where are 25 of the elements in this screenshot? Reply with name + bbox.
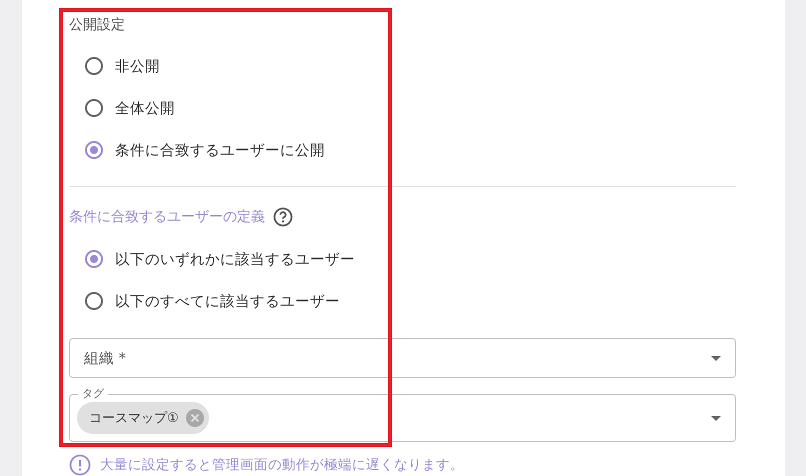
option-label: 以下のいずれかに該当するユーザー: [115, 250, 355, 268]
radio-option[interactable]: 以下のすべてに該当するユーザー: [85, 289, 736, 313]
radio-option[interactable]: 条件に合致するユーザーに公開: [85, 138, 736, 162]
radio-button[interactable]: [85, 292, 103, 310]
tag-chip[interactable]: コースマップ①: [77, 402, 209, 434]
organization-select[interactable]: 組織 *: [69, 338, 736, 378]
section-label: 条件に合致するユーザーの定義: [69, 208, 265, 227]
radio-option[interactable]: 非公開: [85, 54, 736, 78]
warning-text: 大量に設定すると管理画面の動作が極端に遅くなります。: [100, 456, 464, 474]
radio-button[interactable]: [85, 57, 103, 75]
option-label: 条件に合致するユーザーに公開: [115, 142, 325, 160]
option-label: 非公開: [115, 58, 160, 76]
dropdown-caret-icon: [711, 416, 721, 420]
radio-button[interactable]: [85, 141, 103, 159]
radio-option[interactable]: 全体公開: [85, 96, 736, 120]
field-label: タグ: [78, 386, 108, 401]
radio-option[interactable]: 以下のいずれかに該当するユーザー: [85, 247, 736, 271]
radio-button[interactable]: [85, 250, 103, 268]
dropdown-caret-icon: [711, 356, 721, 360]
warning-icon: [69, 454, 91, 476]
radio-button[interactable]: [85, 99, 103, 117]
option-label: 全体公開: [115, 100, 175, 118]
option-label: 以下のすべてに該当するユーザー: [115, 292, 340, 310]
help-icon[interactable]: [273, 207, 293, 227]
section-label: 公開設定: [69, 16, 126, 34]
